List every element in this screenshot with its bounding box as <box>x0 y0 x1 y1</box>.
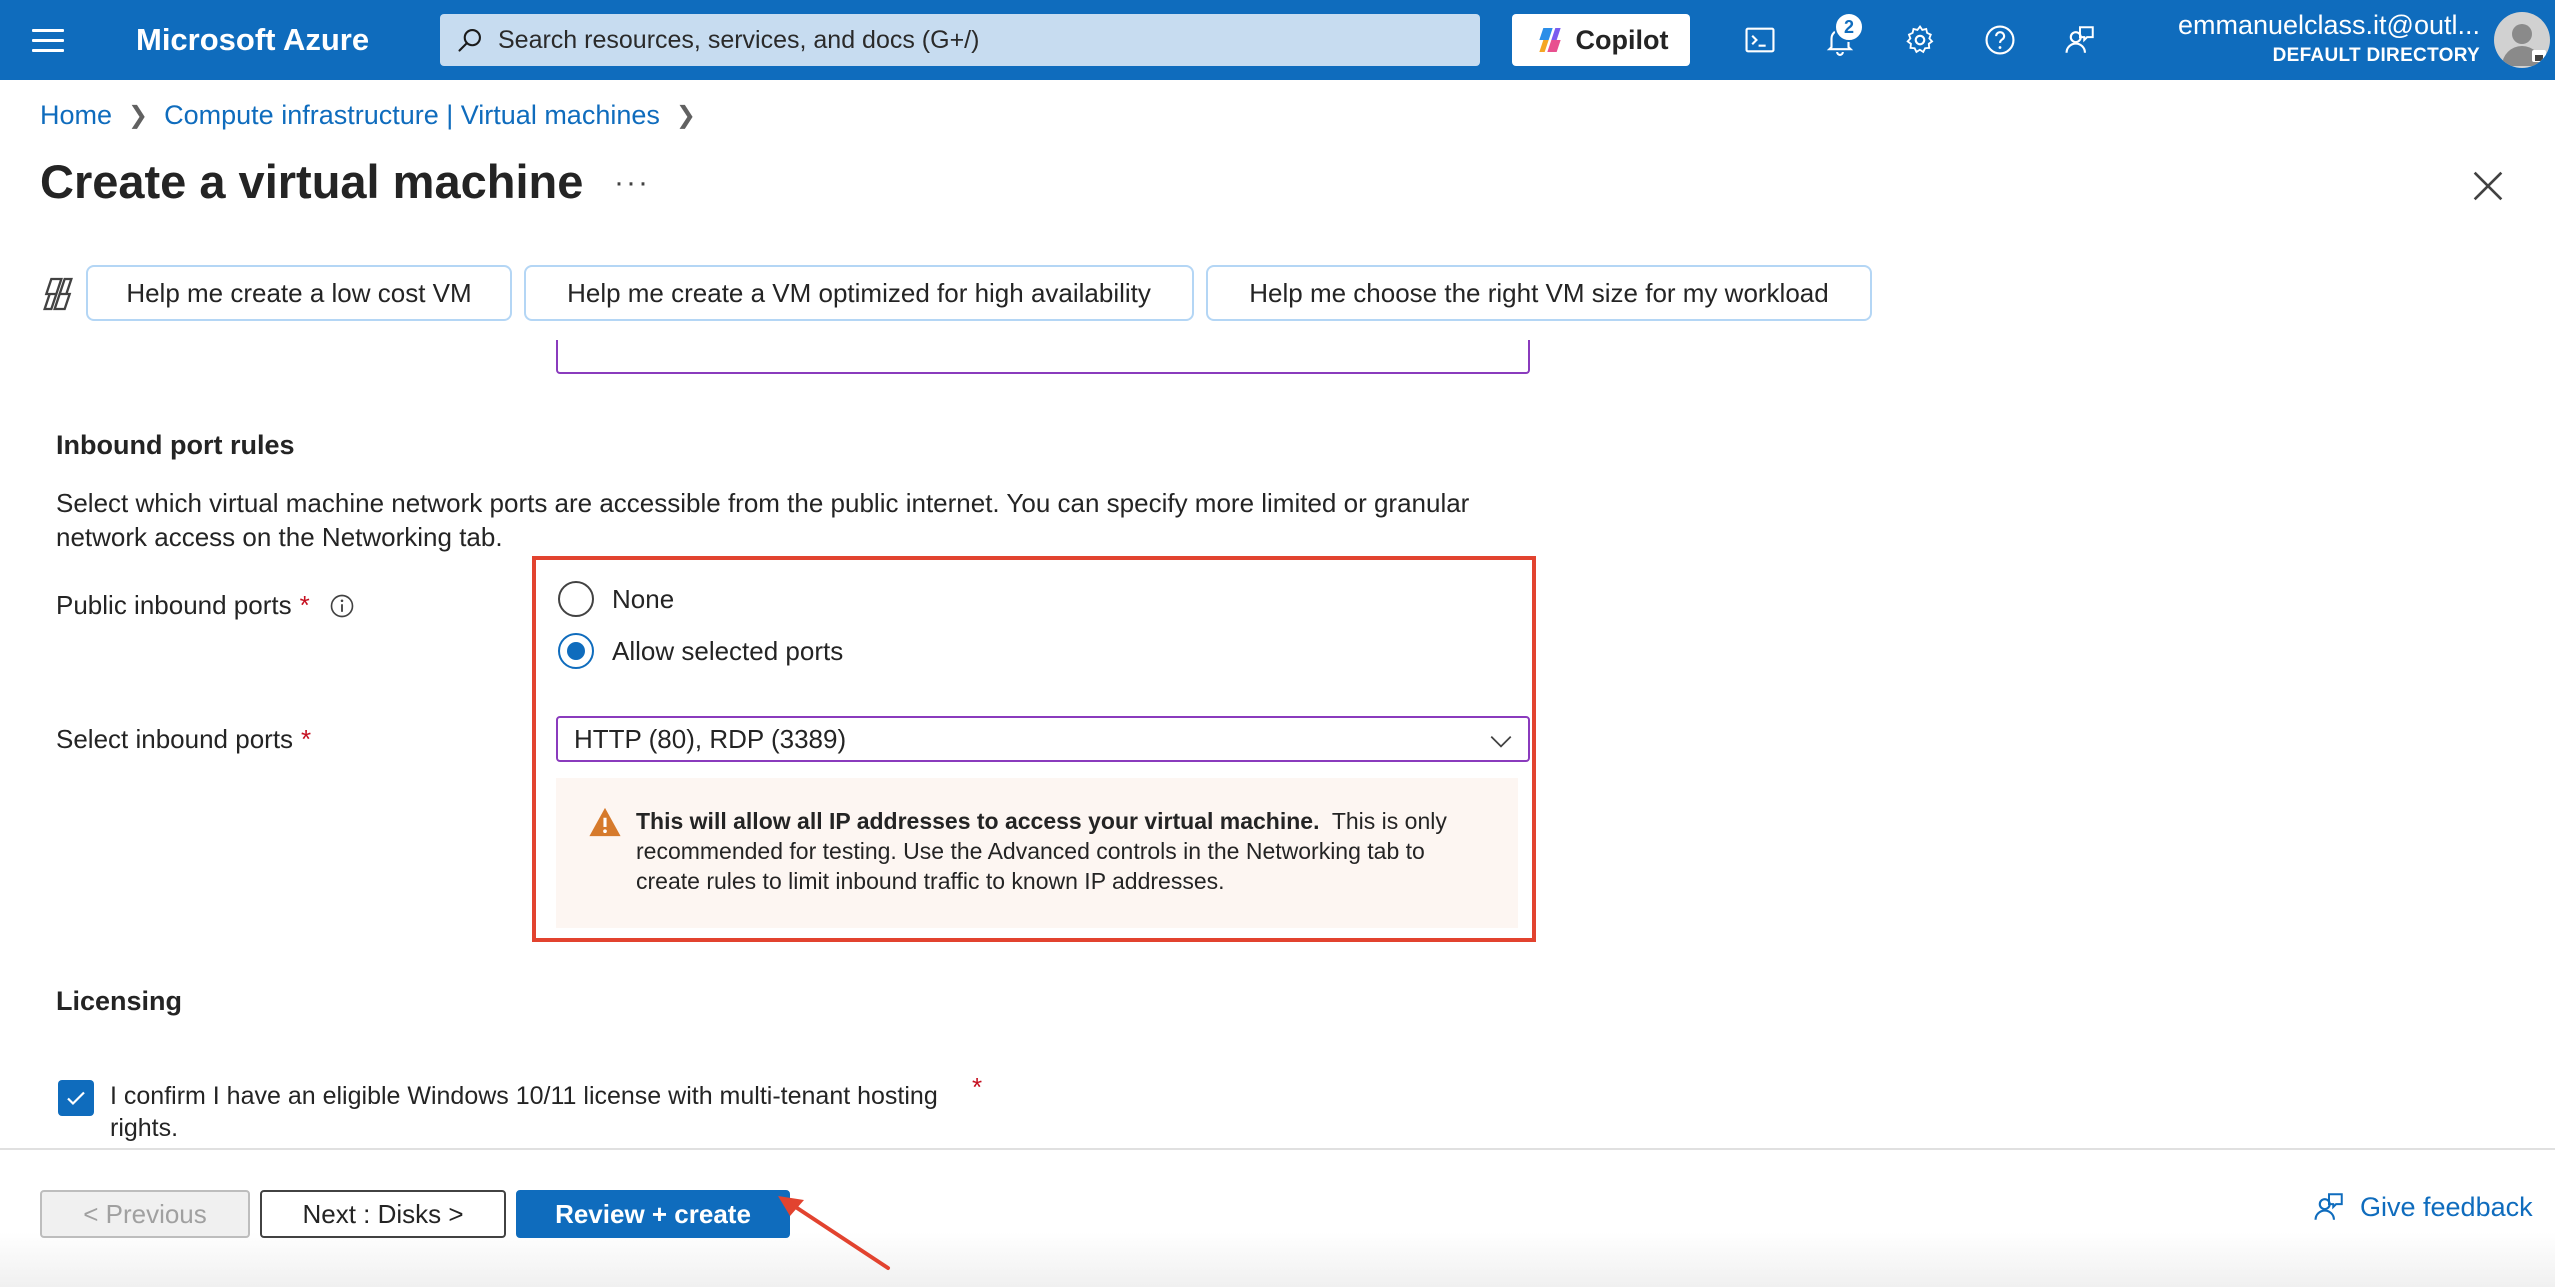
chevron-right-icon: ❯ <box>675 102 696 129</box>
radio-allow-label: Allow selected ports <box>612 635 844 666</box>
review-create-button[interactable]: Review + create <box>516 1190 790 1238</box>
brand-title[interactable]: Microsoft Azure <box>136 22 369 58</box>
copilot-label: Copilot <box>1575 24 1669 55</box>
warning-triangle-icon <box>589 807 621 837</box>
avatar[interactable] <box>2494 12 2550 68</box>
select-inbound-ports-text: Select inbound ports <box>56 724 294 754</box>
license-confirm-label: I confirm I have an eligible Windows 10/… <box>110 1082 938 1142</box>
inbound-ports-dropdown[interactable]: HTTP (80), RDP (3389) <box>556 716 1530 762</box>
account-menu[interactable]: emmanuelclass.it@outl... DEFAULT DIRECTO… <box>2178 10 2480 67</box>
more-options-icon[interactable]: ··· <box>614 166 650 200</box>
global-search[interactable] <box>440 14 1480 66</box>
annotation-arrow <box>778 1196 890 1270</box>
copilot-icon <box>1538 28 1561 52</box>
copilot-outline-icon <box>43 277 73 311</box>
warning-message: This will allow all IP addresses to acce… <box>556 778 1518 928</box>
chevron-down-icon <box>1490 736 1512 748</box>
radio-button-checked[interactable] <box>558 633 594 669</box>
suggestion-low-cost-vm[interactable]: Help me create a low cost VM <box>86 265 512 321</box>
account-email: emmanuelclass.it@outl... <box>2177 10 2480 40</box>
inbound-port-rules-heading: Inbound port rules <box>56 430 295 460</box>
search-input[interactable] <box>498 25 1458 55</box>
required-asterisk: * <box>301 724 312 754</box>
feedback-person-icon[interactable] <box>2060 20 2100 60</box>
chevron-right-icon: ❯ <box>128 102 149 129</box>
inbound-ports-value: HTTP (80), RDP (3389) <box>574 723 847 754</box>
page-title: Create a virtual machine <box>40 155 584 208</box>
license-confirm-checkbox[interactable] <box>58 1080 94 1116</box>
public-inbound-ports-text: Public inbound ports <box>56 590 292 620</box>
radio-none[interactable]: None <box>558 581 674 617</box>
required-asterisk: * <box>299 590 310 620</box>
checkmark-icon <box>67 1091 85 1106</box>
breadcrumb: Home ❯ Compute infrastructure | Virtual … <box>40 100 712 131</box>
notification-count-badge: 2 <box>1834 12 1864 42</box>
info-icon[interactable] <box>328 592 356 620</box>
top-navigation-bar: Microsoft Azure Copilot 2 emmanuelclass.… <box>0 0 2555 80</box>
cloud-shell-icon[interactable] <box>1740 20 1780 60</box>
radio-allow-selected-ports[interactable]: Allow selected ports <box>558 633 843 669</box>
suggestion-high-availability-vm[interactable]: Help me create a VM optimized for high a… <box>524 265 1194 321</box>
select-inbound-ports-label: Select inbound ports * <box>56 724 311 755</box>
public-inbound-ports-label: Public inbound ports * <box>56 590 356 621</box>
help-icon[interactable] <box>1980 20 2020 60</box>
account-directory: DEFAULT DIRECTORY <box>2272 45 2480 66</box>
radio-none-label: None <box>612 583 675 614</box>
search-icon <box>458 29 481 52</box>
copilot-button[interactable]: Copilot <box>1512 14 1690 66</box>
breadcrumb-virtual-machines[interactable]: Compute infrastructure | Virtual machine… <box>164 100 660 131</box>
menu-icon[interactable] <box>32 22 64 58</box>
feedback-icon <box>2314 1193 2343 1220</box>
warning-bold-text: This will allow all IP addresses to acce… <box>636 808 1320 834</box>
give-feedback-link[interactable]: Give feedback <box>2312 1190 2533 1224</box>
inbound-description: Select which virtual machine network por… <box>56 488 1470 552</box>
scrolled-input-field[interactable] <box>556 340 1530 374</box>
previous-button[interactable]: < Previous <box>40 1190 250 1238</box>
suggestion-vm-size[interactable]: Help me choose the right VM size for my … <box>1206 265 1872 321</box>
radio-button[interactable] <box>558 581 594 617</box>
licensing-heading: Licensing <box>56 986 183 1016</box>
close-icon[interactable] <box>2468 166 2508 206</box>
required-asterisk: * <box>972 1072 983 1102</box>
settings-gear-icon[interactable] <box>1900 20 1940 60</box>
give-feedback-label: Give feedback <box>2360 1191 2533 1222</box>
next-disks-button[interactable]: Next : Disks > <box>260 1190 506 1238</box>
breadcrumb-home[interactable]: Home <box>40 100 112 131</box>
